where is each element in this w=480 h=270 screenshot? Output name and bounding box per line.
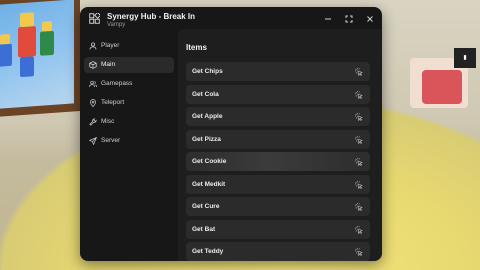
click-icon (354, 247, 363, 256)
close-icon (367, 16, 373, 22)
close-button[interactable] (365, 14, 375, 24)
button-label: Get Chips (192, 68, 223, 75)
wrench-icon (89, 118, 97, 126)
sidebar-item-label: Teleport (101, 99, 125, 106)
maximize-icon (345, 15, 353, 23)
button-label: Get Teddy (192, 248, 224, 255)
get-chips-button[interactable]: Get Chips (186, 62, 370, 81)
get-cookie-button[interactable]: Get Cookie (186, 152, 370, 171)
button-label: Get Cola (192, 90, 219, 98)
user-icon (89, 42, 97, 50)
get-pizza-button[interactable]: Get Pizza (186, 129, 370, 149)
minimize-button[interactable] (323, 14, 333, 24)
get-cola-button[interactable]: Get Cola (186, 84, 370, 104)
maximize-button[interactable] (344, 14, 354, 24)
sidebar-item-player[interactable]: Player (84, 38, 174, 54)
game-sign: ▮ (454, 48, 476, 68)
click-icon (354, 225, 363, 234)
button-label: Get Cookie (192, 158, 227, 165)
section-title: Items (186, 43, 207, 52)
get-bat-button[interactable]: Get Bat (186, 219, 370, 239)
sidebar-item-server[interactable]: Server (84, 133, 174, 149)
sidebar-item-label: Gamepass (101, 80, 133, 87)
button-label: Get Bat (192, 225, 216, 233)
sidebar-item-label: Misc (101, 118, 115, 125)
button-label: Get Apple (192, 113, 223, 120)
sidebar-item-misc[interactable]: Misc (84, 114, 174, 130)
click-icon (354, 202, 363, 211)
sidebar-item-main[interactable]: Main (84, 57, 174, 73)
sidebar-item-gamepass[interactable]: Gamepass (84, 76, 174, 92)
hub-window: Synergy Hub - Break In Vampy Player Main… (80, 7, 382, 261)
map-pin-icon (90, 99, 96, 107)
click-icon (354, 135, 363, 144)
click-icon (354, 157, 363, 166)
get-medkit-button[interactable]: Get Medkit (186, 174, 370, 194)
sidebar-item-label: Main (101, 61, 116, 68)
game-couch-seat (422, 70, 462, 104)
send-icon (89, 137, 97, 145)
button-label: Get Pizza (192, 135, 221, 143)
click-icon (354, 112, 363, 121)
get-cure-button[interactable]: Get Cure (186, 197, 370, 216)
users-icon (89, 80, 97, 88)
game-painting (0, 0, 80, 118)
app-logo-icon (89, 13, 100, 24)
button-label: Get Medkit (192, 180, 226, 188)
button-label: Get Cure (192, 203, 220, 210)
sidebar: Player Main Gamepass Teleport Misc Serve… (80, 33, 178, 261)
content-panel: Items Get Chips Get Cola Get Apple Get P… (178, 29, 382, 261)
sidebar-item-label: Server (101, 137, 121, 144)
window-subtitle: Vampy (107, 22, 126, 28)
click-icon (354, 180, 363, 189)
minimize-icon (325, 18, 331, 20)
cube-icon (89, 61, 97, 69)
get-teddy-button[interactable]: Get Teddy (186, 242, 370, 261)
sidebar-item-label: Player (101, 42, 120, 49)
window-title: Synergy Hub - Break In (107, 12, 196, 21)
get-apple-button[interactable]: Get Apple (186, 107, 370, 126)
sidebar-item-teleport[interactable]: Teleport (84, 95, 174, 111)
click-icon (354, 90, 363, 99)
click-icon (354, 67, 363, 76)
